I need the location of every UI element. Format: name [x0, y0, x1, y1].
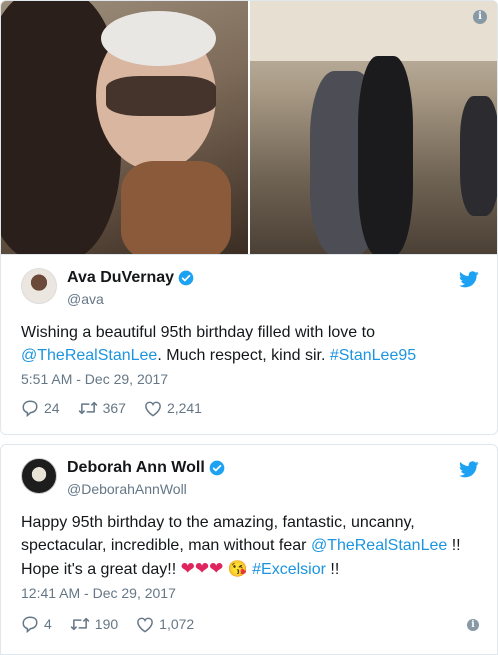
text-segment: !!	[325, 561, 340, 578]
reply-icon	[22, 616, 38, 633]
bystander-shape	[460, 96, 497, 216]
reply-button[interactable]: 24	[21, 399, 60, 417]
twitter-bird-icon[interactable]	[459, 271, 479, 288]
like-count: 1,072	[159, 616, 195, 632]
twitter-bird-icon[interactable]	[459, 461, 479, 478]
like-count: 2,241	[166, 400, 202, 416]
retweet-count: 190	[94, 616, 119, 632]
hair-shape	[101, 11, 216, 66]
heart-emoji: ❤❤❤	[180, 559, 224, 578]
like-button[interactable]: 2,241	[144, 400, 202, 417]
handle[interactable]: @DeborahAnnWoll	[67, 481, 187, 497]
reply-button[interactable]: 4	[21, 615, 52, 633]
ceiling-shape	[250, 1, 497, 61]
hashtag-link[interactable]: #StanLee95	[330, 347, 416, 364]
tweet-card[interactable]: Ava DuVernay @ava Wishing a beautiful 95…	[0, 255, 498, 435]
display-name[interactable]: Deborah Ann Woll	[67, 459, 205, 477]
tweet-text: Happy 95th birthday to the amazing, fant…	[21, 511, 483, 581]
photo-left[interactable]	[1, 1, 248, 254]
text-segment: Wishing a beautiful 95th birthday filled…	[21, 324, 375, 341]
hashtag-link[interactable]: #Excelsior	[252, 561, 326, 578]
retweet-button[interactable]: 190	[70, 615, 118, 633]
text-segment: . Much respect, kind sir.	[157, 347, 330, 364]
retweet-button[interactable]: 367	[78, 399, 126, 417]
mention-link[interactable]: @TheRealStanLee	[21, 347, 157, 364]
tweet-text: Wishing a beautiful 95th birthday filled…	[21, 321, 483, 367]
reply-icon	[22, 400, 38, 417]
display-name[interactable]: Ava DuVernay	[67, 269, 174, 287]
reply-count: 24	[44, 400, 60, 416]
kiss-emoji: 😘	[227, 561, 248, 578]
verified-badge-icon	[209, 460, 225, 476]
mention-link[interactable]: @TheRealStanLee	[311, 537, 447, 554]
author-row[interactable]: Ava DuVernay	[67, 269, 194, 287]
retweet-icon	[78, 401, 97, 415]
action-bar: 24 367 2,241	[21, 399, 220, 417]
heart-icon	[145, 401, 161, 417]
tweet-card[interactable]: Deborah Ann Woll @DeborahAnnWoll Happy 9…	[0, 444, 498, 655]
glasses-shape	[106, 76, 216, 116]
verified-badge-icon	[178, 270, 194, 286]
retweet-count: 367	[102, 400, 126, 416]
retweet-icon	[70, 617, 90, 631]
photo-right[interactable]	[250, 1, 497, 254]
info-icon[interactable]: i	[467, 619, 479, 631]
action-bar: 4 190 1,072	[21, 615, 212, 633]
like-button[interactable]: 1,072	[136, 616, 194, 633]
heart-icon	[137, 617, 154, 633]
avatar[interactable]	[21, 458, 57, 494]
handle[interactable]: @ava	[67, 291, 104, 307]
avatar[interactable]	[21, 268, 57, 304]
woman-shape	[358, 56, 413, 254]
photo-media[interactable]: i	[0, 0, 498, 255]
timestamp[interactable]: 5:51 AM - Dec 29, 2017	[21, 371, 168, 387]
reply-count: 4	[44, 616, 52, 632]
author-row[interactable]: Deborah Ann Woll	[67, 459, 225, 477]
jacket-shape	[121, 161, 231, 254]
info-icon[interactable]: i	[473, 10, 487, 24]
timestamp[interactable]: 12:41 AM - Dec 29, 2017	[21, 585, 176, 601]
